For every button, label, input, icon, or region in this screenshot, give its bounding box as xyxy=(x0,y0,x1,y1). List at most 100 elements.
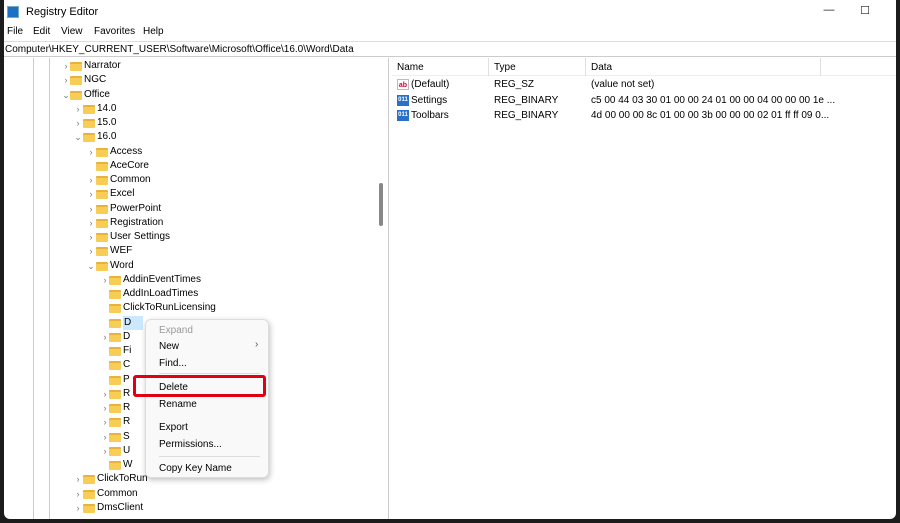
folder-icon xyxy=(109,389,121,399)
menu-file[interactable]: File xyxy=(7,26,23,37)
tree-node[interactable]: ⌄ 16.0 xyxy=(4,130,374,144)
value-name: Toolbars xyxy=(411,110,449,121)
value-type: REG_BINARY xyxy=(494,94,559,106)
tree-node[interactable]: ClickToRunLicensing xyxy=(4,301,374,315)
menu-view[interactable]: View xyxy=(61,26,83,37)
chevron-right-icon[interactable]: › xyxy=(101,273,109,287)
folder-icon xyxy=(109,318,121,328)
registry-editor-app-icon xyxy=(7,6,19,18)
value-row[interactable]: ab (Default) REG_SZ (value not set) xyxy=(392,77,896,92)
tree-node[interactable]: › WEF xyxy=(4,244,374,258)
binary-value-icon: 011 xyxy=(397,110,409,121)
values-pane: Name Type Data ab (Default) REG_SZ (value n… xyxy=(392,58,896,519)
column-header-data[interactable]: Data xyxy=(591,62,612,73)
chevron-down-icon[interactable]: ⌄ xyxy=(87,259,95,273)
tree-node-label: Common xyxy=(97,487,138,499)
folder-icon xyxy=(96,233,108,242)
minimize-button[interactable]: — xyxy=(819,4,839,18)
chevron-right-icon[interactable]: › xyxy=(101,415,109,429)
tree-node[interactable]: › AddinEventTimes xyxy=(4,273,374,287)
tree-node-label: WEF xyxy=(110,245,133,257)
chevron-right-icon[interactable]: › xyxy=(101,444,109,458)
tree-node[interactable]: ⌄ Office xyxy=(4,88,374,102)
value-row[interactable]: 011 Settings REG_BINARY c5 00 44 03 30 01 0… xyxy=(392,93,896,108)
tree-node[interactable]: › Excel xyxy=(4,187,374,201)
tree-node-label: ClickToRunLicensing xyxy=(123,302,216,314)
tree-node[interactable]: › Common xyxy=(4,173,374,187)
column-header-name[interactable]: Name xyxy=(397,62,424,73)
menu-item-new[interactable]: New xyxy=(159,341,179,352)
chevron-right-icon[interactable]: › xyxy=(87,202,95,216)
chevron-down-icon[interactable]: ⌄ xyxy=(62,88,70,102)
chevron-right-icon[interactable]: › xyxy=(62,73,70,87)
tree-node-label: NGC xyxy=(84,74,107,86)
tree-node[interactable]: AceCore xyxy=(4,159,374,173)
tree-node-label: Fi xyxy=(123,345,132,356)
chevron-right-icon[interactable]: › xyxy=(87,216,95,230)
value-name: Settings xyxy=(411,94,448,106)
chevron-right-icon[interactable]: › xyxy=(74,501,82,515)
tree-node[interactable]: › DmsClient xyxy=(4,501,374,515)
tree-node[interactable]: › User Settings xyxy=(4,230,374,244)
chevron-right-icon[interactable]: › xyxy=(101,430,109,444)
folder-icon xyxy=(96,190,108,200)
tree-node[interactable]: › PowerPoint xyxy=(4,202,374,216)
chevron-right-icon[interactable]: › xyxy=(74,102,82,116)
tree-node-label: AddinEventTimes xyxy=(123,273,201,285)
menu-item-expand: Expand xyxy=(159,325,193,336)
chevron-right-icon[interactable]: › xyxy=(87,187,95,201)
value-data: 4d 00 00 00 8c 01 00 00 3b 00 00 00 02 0… xyxy=(591,110,830,121)
string-value-icon: ab xyxy=(397,79,409,90)
tree-node[interactable]: › Narrator xyxy=(4,59,374,73)
maximize-button[interactable]: ☐ xyxy=(855,4,875,18)
tree-node[interactable]: AddInLoadTimes xyxy=(4,287,374,301)
tree-node[interactable]: › Common xyxy=(4,487,374,501)
tree-node-label: R xyxy=(123,402,131,413)
menu-favorites[interactable]: Favorites xyxy=(94,26,135,37)
tree-node[interactable]: › Access xyxy=(4,145,374,159)
tree-node[interactable]: › Registration xyxy=(4,216,374,230)
binary-value-icon: 011 xyxy=(397,94,409,106)
tree-node-label: Narrator xyxy=(84,60,121,71)
folder-icon xyxy=(109,446,121,456)
chevron-right-icon[interactable]: › xyxy=(87,244,95,258)
tree-node-label: Registration xyxy=(110,216,164,228)
folder-icon xyxy=(70,62,82,71)
tree-node[interactable]: › NGC xyxy=(4,73,374,87)
value-type: REG_SZ xyxy=(494,79,535,90)
tree-node-label: 14.0 xyxy=(97,102,117,114)
chevron-right-icon[interactable]: › xyxy=(87,173,95,187)
tree-node-label: P xyxy=(123,373,130,385)
chevron-right-icon[interactable]: › xyxy=(101,401,109,415)
chevron-right-icon[interactable]: › xyxy=(101,330,109,344)
menu-item-permissions[interactable]: Permissions... xyxy=(159,439,222,450)
menu-item-copy-key-name[interactable]: Copy Key Name xyxy=(159,463,232,474)
chevron-right-icon[interactable]: › xyxy=(62,59,70,73)
chevron-right-icon[interactable]: › xyxy=(74,116,82,130)
column-header-type[interactable]: Type xyxy=(494,62,516,73)
folder-icon xyxy=(96,147,108,157)
menu-help[interactable]: Help xyxy=(143,26,164,37)
chevron-right-icon[interactable]: › xyxy=(87,145,95,159)
folder-icon xyxy=(83,119,95,128)
tree-node-label: Common xyxy=(110,174,151,185)
submenu-arrow-icon: › xyxy=(255,339,259,350)
menu-item-rename[interactable]: Rename xyxy=(159,399,197,410)
chevron-right-icon[interactable]: › xyxy=(74,472,82,486)
address-bar[interactable]: Computer\HKEY_CURRENT_USER\Software\Micr… xyxy=(4,41,896,57)
menu-item-export[interactable]: Export xyxy=(159,422,188,433)
chevron-right-icon[interactable]: › xyxy=(101,387,109,401)
window-title: Registry Editor xyxy=(26,6,99,18)
menu-edit[interactable]: Edit xyxy=(33,26,50,37)
tree-node[interactable]: ⌄ Word xyxy=(4,259,374,273)
chevron-down-icon[interactable]: ⌄ xyxy=(74,130,82,144)
tree-node-label: C xyxy=(123,359,131,371)
tree-node[interactable]: › 15.0 xyxy=(4,116,374,130)
menu-item-find[interactable]: Find... xyxy=(159,358,187,369)
tree-node[interactable]: › 14.0 xyxy=(4,102,374,116)
value-type: REG_BINARY xyxy=(494,110,559,121)
chevron-right-icon[interactable]: › xyxy=(74,487,82,501)
value-row[interactable]: 011 Toolbars REG_BINARY 4d 00 00 00 8c 01 0… xyxy=(392,108,896,123)
tree-scrollbar[interactable] xyxy=(379,183,383,226)
chevron-right-icon[interactable]: › xyxy=(87,230,95,244)
